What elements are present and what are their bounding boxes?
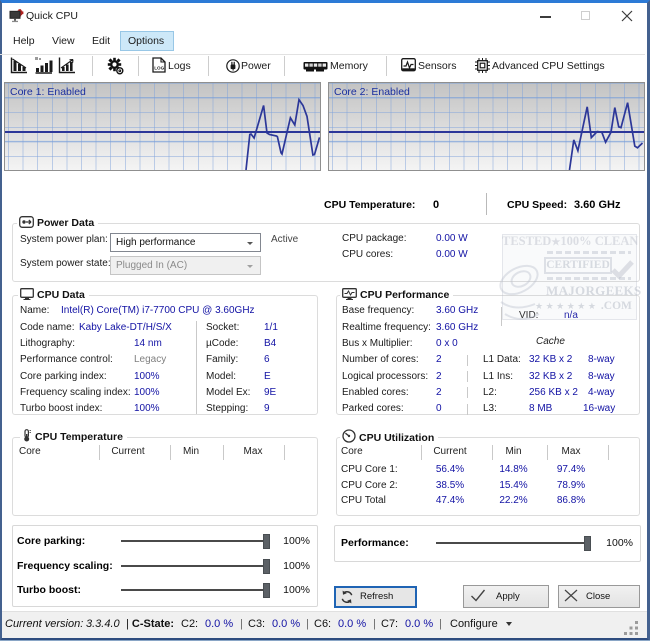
svg-text:LOG: LOG: [154, 66, 164, 71]
